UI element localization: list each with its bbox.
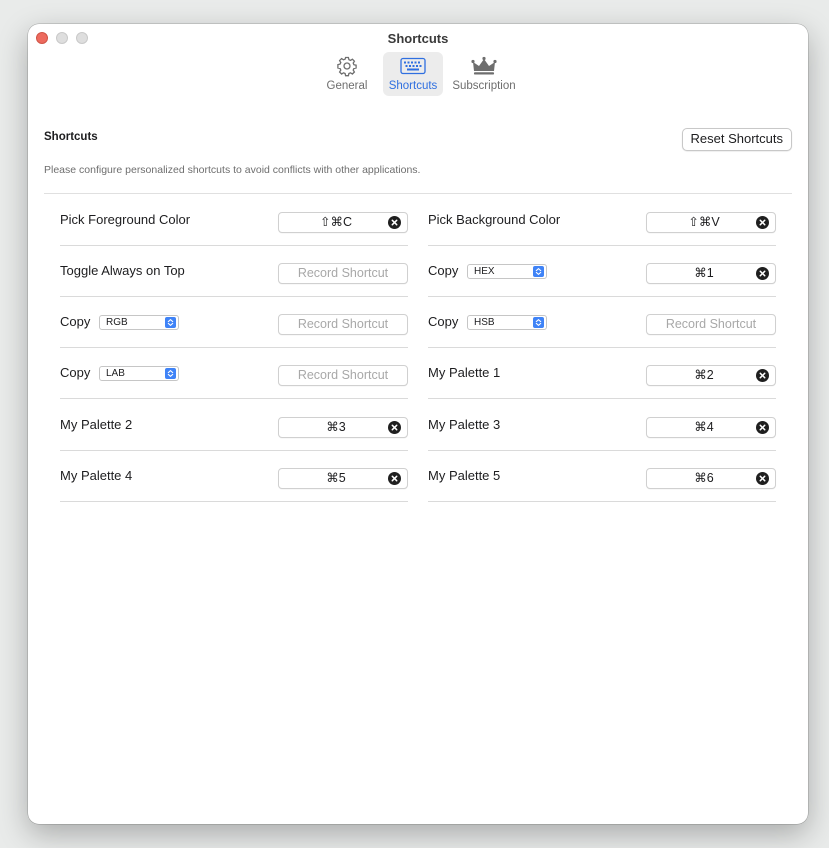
section-divider: [44, 193, 792, 194]
row-label: Copy: [60, 314, 91, 329]
row-label: Toggle Always on Top: [60, 263, 185, 278]
row-label: Pick Foreground Color: [60, 212, 191, 227]
chevron-up-down-icon: [165, 368, 176, 379]
shortcut-recorder[interactable]: ⌘4: [646, 417, 776, 438]
format-select-value: LAB: [106, 368, 125, 379]
clear-shortcut-icon[interactable]: [388, 472, 401, 485]
clear-shortcut-icon[interactable]: [756, 472, 769, 485]
shortcut-recorder[interactable]: ⌘5: [278, 468, 408, 489]
shortcut-row-my-palette-3: My Palette 3 ⌘4: [428, 400, 776, 451]
shortcut-value: ⌘3: [326, 420, 346, 434]
shortcut-row-my-palette-2: My Palette 2 ⌘3: [60, 400, 408, 451]
row-label: Pick Background Color: [428, 212, 561, 227]
chevron-up-down-icon: [165, 317, 176, 328]
crown-icon: [471, 54, 497, 78]
chevron-up-down-icon: [533, 266, 544, 277]
tab-subscription[interactable]: Subscription: [449, 52, 519, 96]
format-select-value: HEX: [474, 266, 495, 277]
keyboard-icon: [400, 54, 426, 78]
shortcut-value: ⌘6: [694, 471, 714, 485]
clear-shortcut-icon[interactable]: [756, 216, 769, 229]
shortcut-recorder[interactable]: ⌘1: [646, 263, 776, 284]
gear-icon: [336, 54, 358, 78]
shortcut-row-pick-foreground: Pick Foreground Color ⇧⌘C: [60, 195, 408, 246]
row-label: My Palette 5: [428, 468, 501, 483]
shortcut-row-copy-rgb: Copy RGB Record Shortcut: [60, 297, 408, 348]
shortcut-row-toggle-always-on-top: Toggle Always on Top Record Shortcut: [60, 246, 408, 297]
format-select[interactable]: HSB: [467, 315, 547, 330]
shortcut-recorder[interactable]: ⌘2: [646, 365, 776, 386]
format-select-value: RGB: [106, 317, 128, 328]
section-description: Please configure personalized shortcuts …: [44, 164, 421, 176]
shortcut-value: ⇧⌘C: [319, 215, 352, 229]
chevron-up-down-icon: [533, 317, 544, 328]
tab-shortcuts[interactable]: Shortcuts: [383, 52, 443, 96]
tab-general[interactable]: General: [317, 52, 377, 96]
shortcut-value: ⌘2: [694, 368, 714, 382]
section-title: Shortcuts: [44, 131, 98, 143]
format-select[interactable]: HEX: [467, 264, 547, 279]
clear-shortcut-icon[interactable]: [388, 421, 401, 434]
row-label: My Palette 2: [60, 417, 133, 432]
shortcut-value: ⇧⌘V: [688, 215, 720, 229]
clear-shortcut-icon[interactable]: [756, 369, 769, 382]
shortcut-row-my-palette-4: My Palette 4 ⌘5: [60, 451, 408, 502]
window-title: Shortcuts: [387, 31, 449, 46]
row-label: My Palette 3: [428, 417, 501, 432]
shortcut-recorder[interactable]: ⇧⌘C: [278, 212, 408, 233]
format-select[interactable]: RGB: [99, 315, 179, 330]
shortcut-row-copy-lab: Copy LAB Record Shortcut: [60, 348, 408, 399]
tab-shortcuts-label: Shortcuts: [388, 80, 438, 92]
tab-bar: General Shortcuts Subscription: [28, 52, 808, 96]
shortcut-row-my-palette-5: My Palette 5 ⌘6: [428, 451, 776, 502]
shortcut-recorder[interactable]: ⇧⌘V: [646, 212, 776, 233]
shortcut-row-my-palette-1: My Palette 1 ⌘2: [428, 348, 776, 399]
clear-shortcut-icon[interactable]: [756, 421, 769, 434]
shortcut-recorder[interactable]: ⌘3: [278, 417, 408, 438]
shortcut-value: ⌘4: [694, 420, 714, 434]
row-label: My Palette 4: [60, 468, 133, 483]
row-label: Copy: [428, 314, 459, 329]
shortcut-row-pick-background: Pick Background Color ⇧⌘V: [428, 195, 776, 246]
shortcut-row-copy-hex: Copy HEX ⌘1: [428, 246, 776, 297]
shortcut-recorder[interactable]: Record Shortcut: [278, 365, 408, 386]
clear-shortcut-icon[interactable]: [388, 216, 401, 229]
shortcut-recorder[interactable]: Record Shortcut: [278, 263, 408, 284]
row-label: Copy: [428, 263, 459, 278]
tab-subscription-label: Subscription: [452, 80, 516, 92]
row-label: My Palette 1: [428, 365, 501, 380]
clear-shortcut-icon[interactable]: [756, 267, 769, 280]
preferences-window: Shortcuts General Shortcuts Subscription…: [28, 24, 808, 824]
shortcut-value: ⌘1: [694, 266, 714, 280]
shortcut-value: ⌘5: [326, 471, 346, 485]
format-select[interactable]: LAB: [99, 366, 179, 381]
tab-general-label: General: [326, 80, 368, 92]
shortcut-recorder[interactable]: ⌘6: [646, 468, 776, 489]
shortcut-recorder[interactable]: Record Shortcut: [278, 314, 408, 335]
format-select-value: HSB: [474, 317, 495, 328]
shortcut-row-copy-hsb: Copy HSB Record Shortcut: [428, 297, 776, 348]
shortcut-recorder[interactable]: Record Shortcut: [646, 314, 776, 335]
row-label: Copy: [60, 365, 91, 380]
reset-shortcuts-button[interactable]: Reset Shortcuts: [681, 128, 792, 151]
